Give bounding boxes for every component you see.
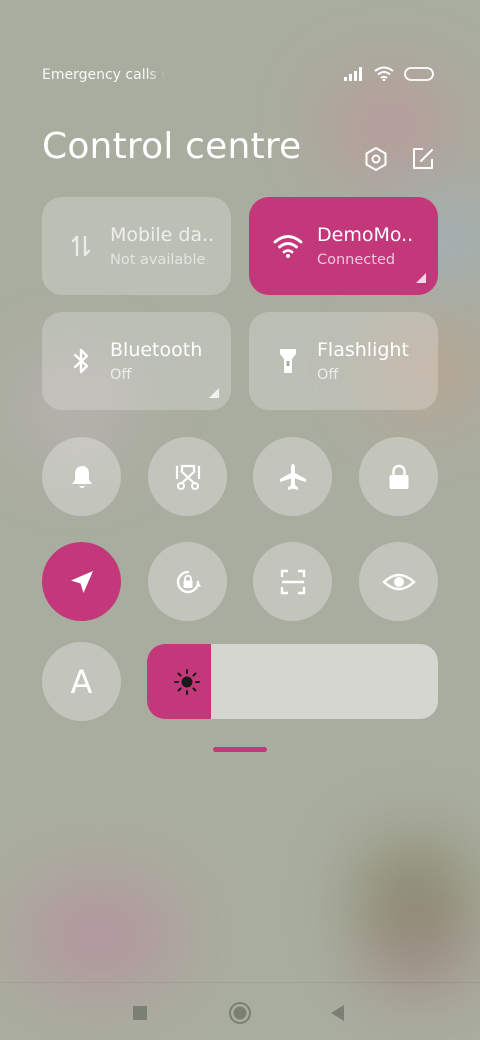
location-icon: [70, 570, 93, 593]
edit-icon[interactable]: [410, 146, 436, 172]
reading-mode-toggle[interactable]: [359, 542, 438, 621]
flashlight-tile[interactable]: Flashlight Off: [249, 312, 438, 410]
screenshot-icon: [175, 464, 200, 490]
navigation-bar: [0, 982, 480, 1040]
brightness-icon: [174, 669, 200, 695]
tile-label: DemoMo..: [317, 224, 414, 246]
status-icons: [344, 66, 434, 81]
flashlight-icon: [280, 349, 296, 373]
scanner-toggle[interactable]: [253, 542, 332, 621]
expand-corner-icon: [209, 388, 219, 398]
airplane-icon: [279, 463, 306, 490]
tile-status: Connected: [317, 252, 396, 268]
font-button-label: A: [70, 662, 93, 701]
tile-label: Mobile da..: [110, 224, 215, 246]
mobile-data-tile[interactable]: Mobile da.. Not available: [42, 197, 231, 295]
drag-handle[interactable]: [213, 747, 267, 752]
expand-corner-icon: [416, 273, 426, 283]
location-toggle[interactable]: [42, 542, 121, 621]
bluetooth-icon: [73, 348, 89, 374]
wifi-tile[interactable]: DemoMo.. Connected: [249, 197, 438, 295]
tile-label: Flashlight: [317, 339, 409, 361]
scan-icon: [280, 569, 305, 594]
recents-button[interactable]: [128, 1001, 152, 1025]
mobile-data-icon: [71, 235, 91, 257]
eye-icon: [381, 573, 416, 590]
home-icon: [229, 1002, 251, 1024]
carrier-text: Emergency calls only: [42, 67, 166, 83]
back-button[interactable]: [326, 1001, 350, 1025]
back-icon: [331, 1005, 344, 1021]
auto-rotate-icon: [176, 570, 201, 593]
tile-label: Bluetooth: [110, 339, 203, 361]
settings-icon[interactable]: [363, 146, 389, 172]
battery-icon: [404, 66, 434, 81]
auto-rotate-toggle[interactable]: [148, 542, 227, 621]
airplane-toggle[interactable]: [253, 437, 332, 516]
wifi-icon: [374, 66, 394, 81]
brightness-slider[interactable]: [147, 644, 438, 719]
sound-toggle[interactable]: [42, 437, 121, 516]
signal-icon: [344, 66, 362, 81]
bluetooth-tile[interactable]: Bluetooth Off: [42, 312, 231, 410]
lock-icon: [389, 464, 408, 489]
recents-icon: [133, 1006, 147, 1020]
wifi-icon: [273, 235, 303, 258]
bell-icon: [71, 465, 92, 488]
home-button[interactable]: [228, 1001, 252, 1025]
screenshot-toggle[interactable]: [148, 437, 227, 516]
page-title: Control centre: [42, 126, 302, 167]
lock-toggle[interactable]: [359, 437, 438, 516]
tile-status: Off: [317, 367, 339, 383]
tile-status: Off: [110, 367, 132, 383]
tile-status: Not available: [110, 252, 206, 268]
font-size-button[interactable]: A: [42, 642, 121, 721]
